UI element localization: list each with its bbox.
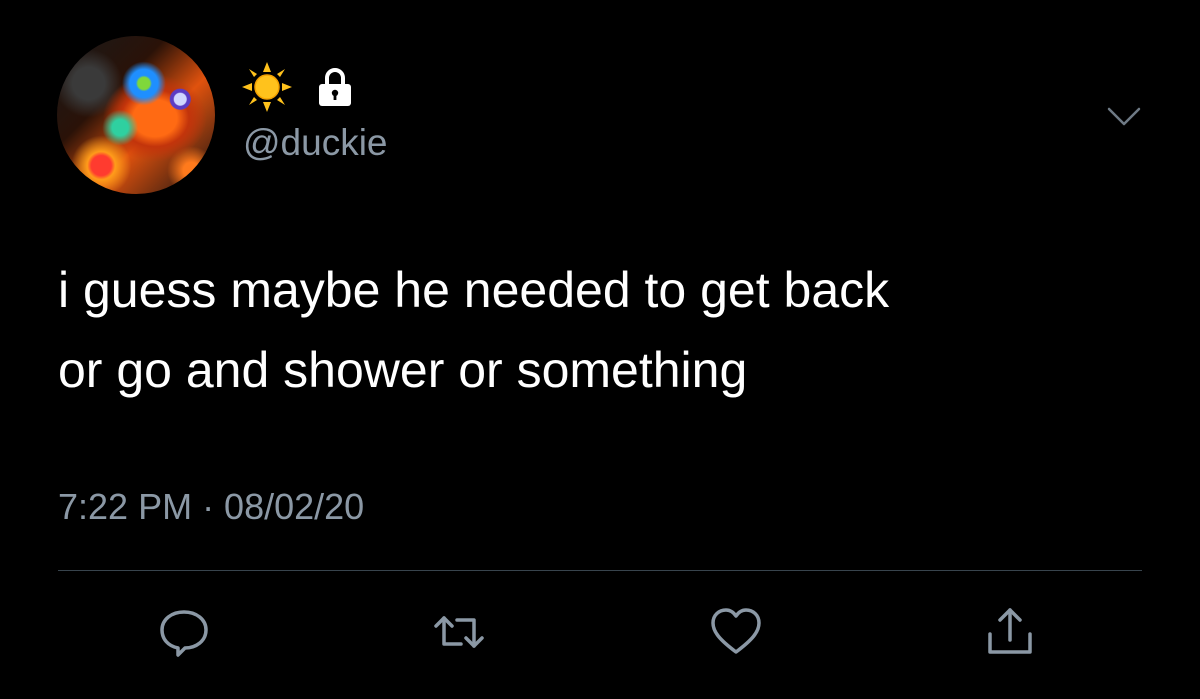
- action-bar: [0, 600, 1200, 670]
- retweet-icon: [434, 616, 484, 648]
- share-icon: [988, 608, 1032, 654]
- display-name[interactable]: [242, 62, 352, 112]
- tweet-text: i guess maybe he needed to get back or g…: [58, 250, 1158, 410]
- tweet-card: @duckie i guess maybe he needed to get b…: [0, 0, 1200, 699]
- tweet-text-line: i guess maybe he needed to get back: [58, 262, 890, 318]
- avatar[interactable]: [57, 36, 215, 194]
- retweet-button[interactable]: [427, 600, 491, 664]
- chevron-down-icon[interactable]: [1106, 106, 1142, 128]
- share-button[interactable]: [978, 600, 1042, 664]
- reply-icon: [160, 610, 208, 657]
- like-button[interactable]: [704, 600, 768, 664]
- lock-icon: [319, 68, 351, 106]
- timestamp[interactable]: 7:22 PM · 08/02/20: [58, 484, 364, 530]
- like-icon: [711, 608, 761, 654]
- tweet-text-line: or go and shower or something: [58, 342, 748, 398]
- reply-button[interactable]: [152, 600, 216, 664]
- sun-icon: [242, 62, 292, 112]
- user-handle[interactable]: @duckie: [243, 120, 388, 166]
- divider: [58, 570, 1142, 571]
